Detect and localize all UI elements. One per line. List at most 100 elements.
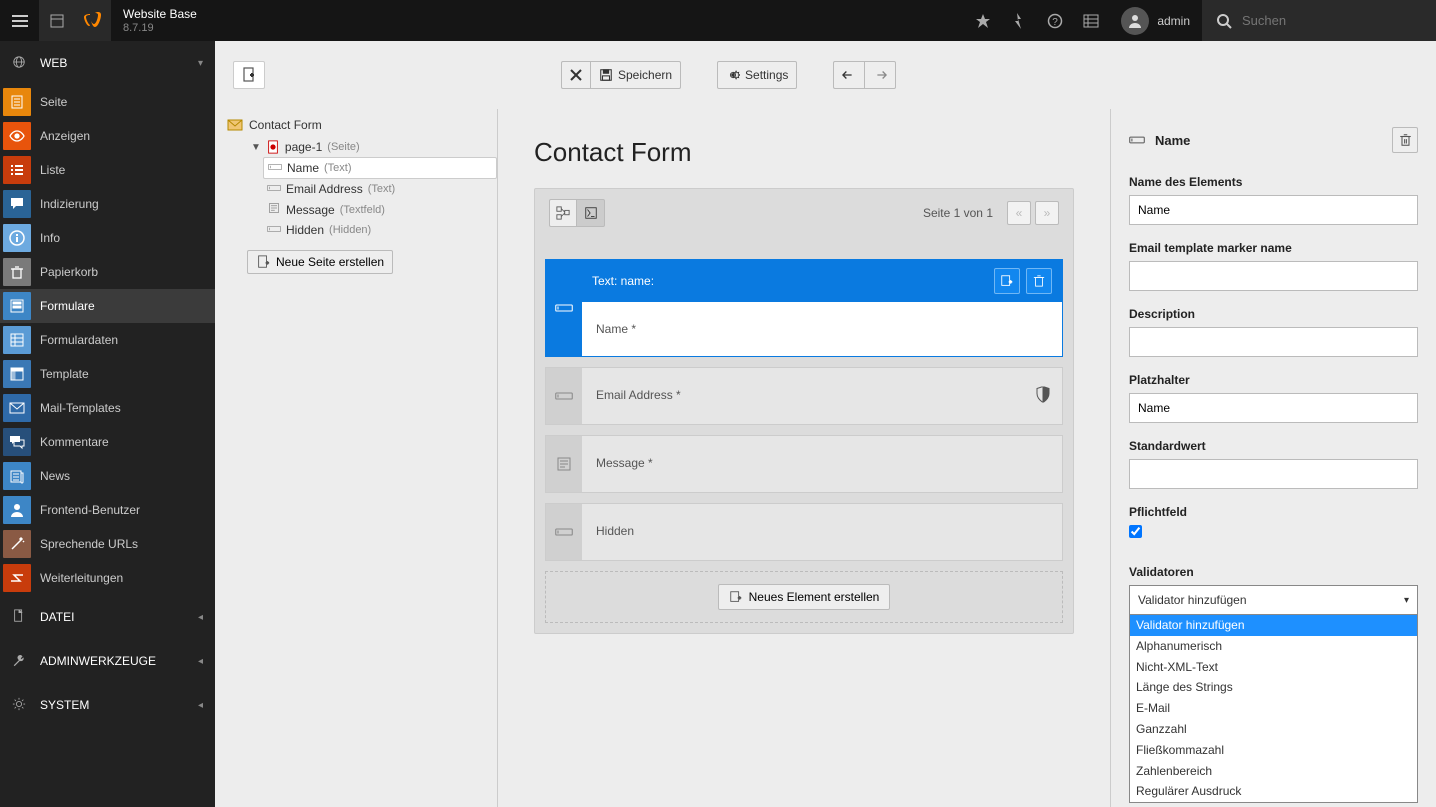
tree-field-type: (Hidden) [329,224,371,236]
trash-icon [1399,133,1412,147]
required-checkbox[interactable] [1129,525,1142,538]
nav-item-label: Kommentare [34,435,109,449]
validator-option[interactable]: Nicht-XML-Text [1130,657,1417,678]
tree-field[interactable]: Name (Text) [263,157,497,179]
new-element-button[interactable]: Neues Element erstellen [718,584,891,610]
cache-icon[interactable] [1001,0,1037,41]
description-input[interactable] [1129,327,1418,357]
field-type-icon [267,202,281,217]
close-button[interactable] [561,61,590,89]
next-page-button[interactable]: » [1035,201,1059,225]
field-add-button[interactable] [994,268,1020,294]
nav-group-adminwerkzeuge[interactable]: ADMINWERKZEUGE ◂ [0,639,215,683]
application-info-icon[interactable] [1073,0,1109,41]
form-field[interactable]: Message * [545,435,1063,493]
nav-group-web[interactable]: WEB▾ [0,41,215,85]
search-icon [1216,13,1232,29]
default-value-label: Standardwert [1129,439,1418,453]
marker-name-input[interactable] [1129,261,1418,291]
new-element-label: Neues Element erstellen [749,590,880,604]
validator-dropdown: Validator hinzufügenAlphanumerischNicht-… [1129,614,1418,803]
new-page-button[interactable]: Neue Seite erstellen [247,250,393,274]
validator-option[interactable]: Zahlenbereich [1130,761,1417,782]
nav-item-label: Sprechende URLs [34,537,138,551]
toggle-sidebar-button[interactable] [0,0,39,41]
tree-page-type: (Seite) [327,141,359,153]
mail-form-icon [227,117,243,133]
new-element-dropzone[interactable]: Neues Element erstellen [545,571,1063,623]
group-label: ADMINWERKZEUGE [40,654,156,668]
settings-label: Settings [745,68,788,82]
nav-item-label: Weiterleitungen [34,571,123,585]
validator-option[interactable]: Alphanumerisch [1130,636,1417,657]
validator-option[interactable]: Regulärer Ausdruck [1130,781,1417,802]
form-title: Contact Form [534,109,1074,188]
nav-group-system[interactable]: SYSTEM◂ [0,683,215,727]
username: admin [1157,14,1190,28]
new-page-label: Neue Seite erstellen [276,255,384,269]
context-icon[interactable] [39,0,75,41]
validator-option[interactable]: Fließkommazahl [1130,740,1417,761]
nav-item-sprechende-urls[interactable]: Sprechende URLs [0,527,215,561]
nav-item-formulardaten[interactable]: Formulardaten [0,323,215,357]
validator-option[interactable]: Länge des Strings [1130,677,1417,698]
nav-item-frontend-benutzer[interactable]: Frontend-Benutzer [0,493,215,527]
validator-select[interactable]: Validator hinzufügen ▾ Validator hinzufü… [1129,585,1418,615]
field-delete-button[interactable] [1026,268,1052,294]
validator-option[interactable]: E-Mail [1130,698,1417,719]
delete-element-button[interactable] [1392,127,1418,153]
element-name-input[interactable] [1129,195,1418,225]
new-form-button[interactable] [233,61,265,89]
tree-field-label: Email Address [286,182,363,196]
drag-handle[interactable] [546,436,582,492]
placeholder-input[interactable] [1129,393,1418,423]
nav-group-datei[interactable]: DATEI◂ [0,595,215,639]
drag-handle[interactable] [546,260,582,356]
settings-button[interactable]: Settings [717,61,797,89]
nav-item-label: Info [34,231,60,245]
user-menu[interactable]: admin [1109,7,1202,35]
save-button[interactable]: Speichern [590,61,681,89]
nav-item-news[interactable]: News [0,459,215,493]
nav-item-liste[interactable]: Liste [0,153,215,187]
abstract-mode-button[interactable] [577,199,605,227]
nav-item-mail-templates[interactable]: Mail-Templates [0,391,215,425]
tree-root[interactable]: Contact Form [225,113,497,137]
description-label: Description [1129,307,1418,321]
nav-item-kommentare[interactable]: Kommentare [0,425,215,459]
drag-handle[interactable] [546,368,582,424]
field-type-icon [268,161,282,175]
help-icon[interactable]: ? [1037,0,1073,41]
tree-field[interactable]: Email Address (Text) [263,179,497,199]
tree-mode-button[interactable] [549,199,577,227]
tree-page[interactable]: ▼ page-1 (Seite) [247,137,497,157]
redo-button[interactable] [864,61,896,89]
tree-field[interactable]: Message (Textfeld) [263,199,497,220]
nav-item-info[interactable]: Info [0,221,215,255]
form-builder: Contact Form Seite 1 von 1 « » Text: nam… [497,109,1110,807]
drag-handle[interactable] [546,504,582,560]
editor-toolbar: Speichern Settings [215,41,1436,109]
validator-option[interactable]: Validator hinzufügen [1130,615,1417,636]
default-value-input[interactable] [1129,459,1418,489]
undo-button[interactable] [833,61,864,89]
nav-item-anzeigen[interactable]: Anzeigen [0,119,215,153]
bookmark-icon[interactable] [965,0,1001,41]
site-version: 8.7.19 [123,22,197,34]
tree-field[interactable]: Hidden (Hidden) [263,220,497,240]
search-input[interactable] [1242,13,1422,28]
nav-item-template[interactable]: Template [0,357,215,391]
nav-item-indizierung[interactable]: Indizierung [0,187,215,221]
nav-item-seite[interactable]: Seite [0,85,215,119]
chevron-icon: ◂ [198,656,203,667]
prev-page-button[interactable]: « [1007,201,1031,225]
nav-item-weiterleitungen[interactable]: Weiterleitungen [0,561,215,595]
form-field[interactable]: Email Address * [545,367,1063,425]
nav-item-papierkorb[interactable]: Papierkorb [0,255,215,289]
global-search[interactable] [1202,0,1436,41]
field-label: Hidden [582,504,1062,558]
validator-option[interactable]: Ganzzahl [1130,719,1417,740]
nav-item-formulare[interactable]: Formulare [0,289,215,323]
form-field[interactable]: Text: name: Name * [545,259,1063,357]
form-field[interactable]: Hidden [545,503,1063,561]
